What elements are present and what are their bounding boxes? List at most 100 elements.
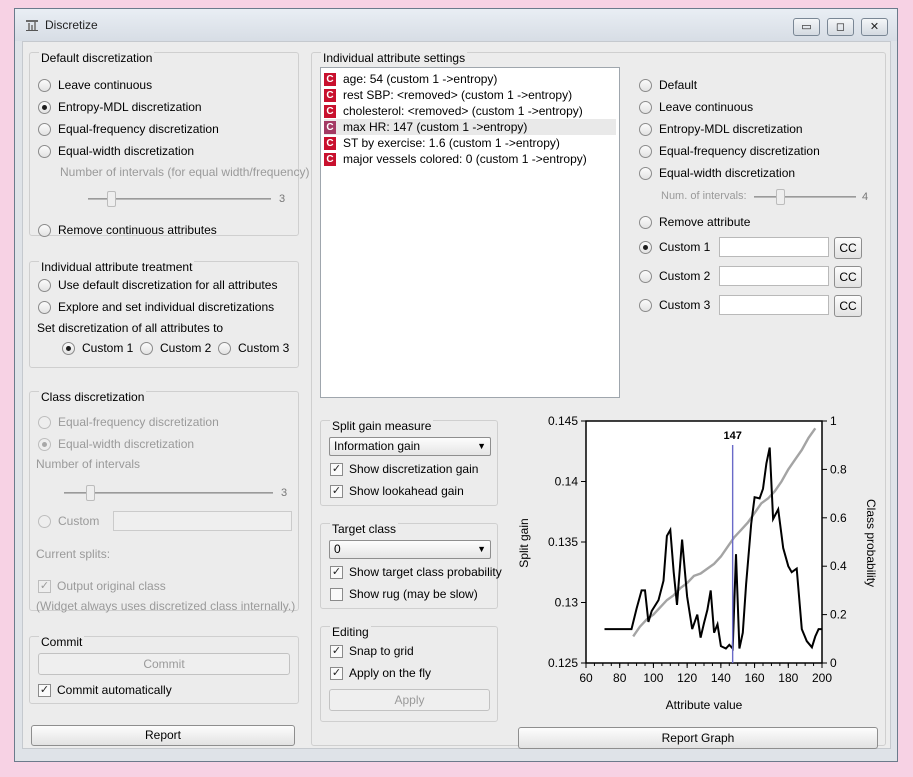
radio-label: Custom 2 [659, 269, 711, 283]
list-item[interactable]: C rest SBP: <removed> (custom 1 ->entrop… [324, 87, 616, 103]
radio-indicator[interactable] [38, 223, 51, 237]
show-rug-checkbox[interactable]: Show rug (may be slow) [330, 587, 478, 601]
list-item[interactable]: C cholesterol: <removed> (custom 1 ->ent… [324, 103, 616, 119]
class-intervals-value: 3 [281, 487, 288, 499]
show-discretization-gain-checkbox[interactable]: ✓ Show discretization gain [330, 462, 478, 476]
radio-class-equal-width[interactable]: Equal-width discretization [38, 437, 194, 451]
radio-indicator[interactable] [38, 78, 51, 92]
class-intervals-slider-track[interactable] [64, 492, 273, 494]
radio-attr-leave-continuous[interactable]: Leave continuous [639, 100, 753, 114]
checkbox-indicator[interactable]: ✓ [38, 579, 51, 593]
attr-intervals-slider-handle[interactable] [776, 189, 785, 205]
class-discretization-group: Class discretization Equal-frequency dis… [29, 390, 299, 613]
y2-tick-label: 0 [830, 656, 837, 670]
apply-on-the-fly-checkbox[interactable]: ✓ Apply on the fly [330, 666, 431, 680]
radio-explore-individual[interactable]: Explore and set individual discretizatio… [38, 300, 274, 314]
radio-class-equal-frequency[interactable]: Equal-frequency discretization [38, 415, 219, 429]
attribute-list[interactable]: C age: 54 (custom 1 ->entropy) C rest SB… [320, 67, 620, 398]
radio-remove-continuous[interactable]: Remove continuous attributes [38, 223, 217, 237]
close-button[interactable]: ✕ [861, 18, 888, 36]
radio-indicator[interactable] [639, 166, 652, 180]
y-tick-label: 0.13 [555, 596, 579, 610]
checkbox-indicator[interactable]: ✓ [38, 683, 51, 697]
radio-attr-equal-frequency[interactable]: Equal-frequency discretization [639, 144, 820, 158]
radio-attr-entropy-mdl[interactable]: Entropy-MDL discretization [639, 122, 803, 136]
checkbox-indicator[interactable]: ✓ [330, 666, 343, 680]
custom-2-input[interactable] [719, 266, 829, 286]
radio-all-custom-2[interactable]: Custom 2 [140, 341, 211, 355]
commit-automatically-checkbox[interactable]: ✓ Commit automatically [38, 683, 172, 697]
y2-tick-label: 0.2 [830, 608, 847, 622]
checkbox-indicator[interactable]: ✓ [330, 462, 343, 476]
custom-2-cc-button[interactable]: CC [834, 266, 862, 288]
radio-indicator[interactable] [38, 278, 51, 292]
show-target-probability-checkbox[interactable]: ✓ Show target class probability [330, 565, 502, 579]
radio-attr-equal-width[interactable]: Equal-width discretization [639, 166, 795, 180]
snap-to-grid-checkbox[interactable]: ✓ Snap to grid [330, 644, 414, 658]
radio-indicator[interactable] [639, 240, 652, 254]
checkbox-indicator[interactable]: ✓ [330, 565, 343, 579]
radio-indicator[interactable] [639, 100, 652, 114]
radio-use-default[interactable]: Use default discretization for all attri… [38, 278, 277, 292]
custom-1-cc-button[interactable]: CC [834, 237, 862, 259]
radio-attr-custom-2[interactable]: Custom 2 [639, 269, 710, 283]
radio-indicator[interactable] [639, 215, 652, 229]
maximize-button[interactable]: ◻ [827, 18, 854, 36]
radio-indicator[interactable] [639, 122, 652, 136]
split-gain-select[interactable]: Information gain ▼ [329, 437, 491, 456]
radio-indicator[interactable] [38, 144, 51, 158]
y2-tick-label: 0.6 [830, 511, 847, 525]
radio-indicator[interactable] [38, 437, 51, 451]
radio-entropy-mdl[interactable]: Entropy-MDL discretization [38, 100, 202, 114]
radio-indicator[interactable] [38, 122, 51, 136]
radio-indicator[interactable] [140, 341, 153, 355]
radio-indicator[interactable] [38, 300, 51, 314]
split-gain-chart[interactable]: 147 60 80 100 120 140 160 180 200 0.125 0.13 0.135… [510, 413, 880, 723]
list-item-selected[interactable]: C max HR: 147 (custom 1 ->entropy) [324, 119, 616, 135]
radio-indicator[interactable] [218, 341, 231, 355]
radio-indicator[interactable] [38, 514, 51, 528]
custom-3-input[interactable] [719, 295, 829, 315]
output-original-class-checkbox[interactable]: ✓ Output original class [38, 579, 166, 593]
attr-intervals-slider-track[interactable] [754, 196, 856, 198]
apply-button[interactable]: Apply [329, 689, 490, 711]
minimize-button[interactable]: ▭ [793, 18, 820, 36]
radio-all-custom-3[interactable]: Custom 3 [218, 341, 289, 355]
list-item[interactable]: C ST by exercise: 1.6 (custom 1 ->entrop… [324, 135, 616, 151]
y-tick-label: 0.135 [548, 535, 578, 549]
custom-3-cc-button[interactable]: CC [834, 295, 862, 317]
radio-equal-width[interactable]: Equal-width discretization [38, 144, 194, 158]
radio-indicator[interactable] [639, 298, 652, 312]
radio-indicator[interactable] [38, 415, 51, 429]
radio-attr-custom-3[interactable]: Custom 3 [639, 298, 710, 312]
class-custom-input[interactable] [113, 511, 292, 531]
radio-attr-custom-1[interactable]: Custom 1 [639, 240, 710, 254]
list-item[interactable]: C age: 54 (custom 1 ->entropy) [324, 71, 616, 87]
group-title: Commit [39, 635, 85, 649]
radio-label: Custom 2 [160, 341, 212, 355]
radio-all-custom-1[interactable]: Custom 1 [62, 341, 133, 355]
report-graph-button[interactable]: Report Graph [518, 727, 878, 749]
intervals-slider-handle[interactable] [107, 191, 116, 207]
radio-leave-continuous[interactable]: Leave continuous [38, 78, 152, 92]
radio-indicator[interactable] [639, 144, 652, 158]
radio-equal-frequency[interactable]: Equal-frequency discretization [38, 122, 219, 136]
radio-indicator[interactable] [38, 100, 51, 114]
report-button[interactable]: Report [31, 725, 295, 746]
radio-attr-default[interactable]: Default [639, 78, 697, 92]
radio-indicator[interactable] [639, 269, 652, 283]
custom-1-input[interactable] [719, 237, 829, 257]
radio-attr-remove[interactable]: Remove attribute [639, 215, 750, 229]
class-intervals-slider-handle[interactable] [86, 485, 95, 501]
checkbox-indicator[interactable]: ✓ [330, 484, 343, 498]
show-lookahead-gain-checkbox[interactable]: ✓ Show lookahead gain [330, 484, 464, 498]
radio-indicator[interactable] [639, 78, 652, 92]
radio-label: Remove continuous attributes [58, 223, 217, 237]
radio-indicator[interactable] [62, 341, 75, 355]
radio-class-custom[interactable]: Custom [38, 514, 99, 528]
list-item[interactable]: C major vessels colored: 0 (custom 1 ->e… [324, 151, 616, 167]
commit-button[interactable]: Commit [38, 653, 290, 675]
checkbox-indicator[interactable] [330, 587, 343, 601]
checkbox-indicator[interactable]: ✓ [330, 644, 343, 658]
target-class-select[interactable]: 0 ▼ [329, 540, 491, 559]
